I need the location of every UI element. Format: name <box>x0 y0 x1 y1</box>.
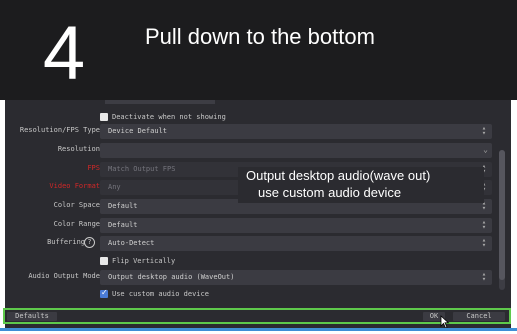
annotation-callout: Output desktop audio(wave out) use custo… <box>238 167 484 203</box>
tutorial-header: 4 Pull down to the bottom <box>0 0 517 100</box>
color-range-value: Default <box>108 221 138 229</box>
flip-vertically-checkbox[interactable] <box>100 257 108 265</box>
help-circle-icon[interactable]: ? <box>84 237 95 248</box>
audio-output-mode-select[interactable]: Output desktop audio (WaveOut) ▴ ▾ <box>100 270 492 285</box>
deactivate-label: Deactivate when not showing <box>112 113 226 121</box>
flip-vertically-row: Flip Vertically <box>5 254 505 270</box>
spin-arrows-icon: ▴ ▾ <box>481 270 487 283</box>
use-custom-audio-row: Use custom audio device <box>5 287 505 303</box>
resolution-select[interactable]: ⌄ <box>100 143 492 158</box>
color-space-value: Default <box>108 202 138 210</box>
color-space-label: Color Space <box>53 201 100 209</box>
dialog-button-bar: Defaults OK Cancel <box>3 308 511 324</box>
defaults-button[interactable]: Defaults <box>7 312 57 321</box>
buffering-row: Buffering ? Auto-Detect ▴ ▾ <box>5 236 505 252</box>
video-format-label: Video Format <box>49 182 100 190</box>
spin-arrows-icon: ▴ ▾ <box>481 236 487 249</box>
use-custom-audio-checkbox[interactable] <box>100 288 108 298</box>
resolution-fps-type-label: Resolution/FPS Type <box>19 126 100 134</box>
deactivate-checkbox[interactable] <box>100 113 108 121</box>
resolution-fps-type-select[interactable]: Device Default ▴ ▾ <box>100 124 492 139</box>
scrolled-control-edge <box>105 100 215 104</box>
spin-arrows-icon: ▴ ▾ <box>481 124 487 137</box>
callout-line-1: Output desktop audio(wave out) <box>246 168 431 183</box>
scrollbar-thumb[interactable] <box>499 150 505 280</box>
fps-label: FPS <box>87 164 100 172</box>
accent-line <box>0 328 517 331</box>
buffering-value: Auto-Detect <box>108 239 155 247</box>
resolution-row: Resolution ⌄ <box>5 143 505 159</box>
color-range-label: Color Range <box>53 220 100 228</box>
properties-dialog: Deactivate when not showing Resolution/F… <box>5 100 511 328</box>
flip-vertically-label: Flip Vertically <box>112 257 176 265</box>
callout-line-2: use custom audio device <box>258 185 402 200</box>
color-range-row: Color Range Default ▴ ▾ <box>5 218 505 234</box>
audio-output-mode-label: Audio Output Mode <box>28 272 100 280</box>
use-custom-audio-label: Use custom audio device <box>112 290 209 298</box>
resolution-fps-type-row: Resolution/FPS Type Device Default ▴ ▾ <box>5 124 505 140</box>
audio-output-mode-value: Output desktop audio (WaveOut) <box>108 273 235 281</box>
chevron-down-icon: ⌄ <box>483 145 488 154</box>
resolution-fps-type-value: Device Default <box>108 127 168 135</box>
fps-value: Match Output FPS <box>108 165 176 173</box>
buffering-label: Buffering <box>47 238 85 246</box>
step-number: 4 <box>42 11 86 96</box>
video-format-value: Any <box>108 183 121 191</box>
step-title: Pull down to the bottom <box>145 24 375 49</box>
mouse-cursor-icon <box>440 315 450 329</box>
cancel-button[interactable]: Cancel <box>453 312 505 321</box>
resolution-label: Resolution <box>57 145 100 153</box>
color-range-select[interactable]: Default ▴ ▾ <box>100 218 492 233</box>
spin-arrows-icon: ▴ ▾ <box>481 218 487 231</box>
audio-output-mode-row: Audio Output Mode Output desktop audio (… <box>5 270 505 286</box>
buffering-select[interactable]: Auto-Detect ▴ ▾ <box>100 236 492 251</box>
vertical-scrollbar[interactable] <box>499 150 505 290</box>
